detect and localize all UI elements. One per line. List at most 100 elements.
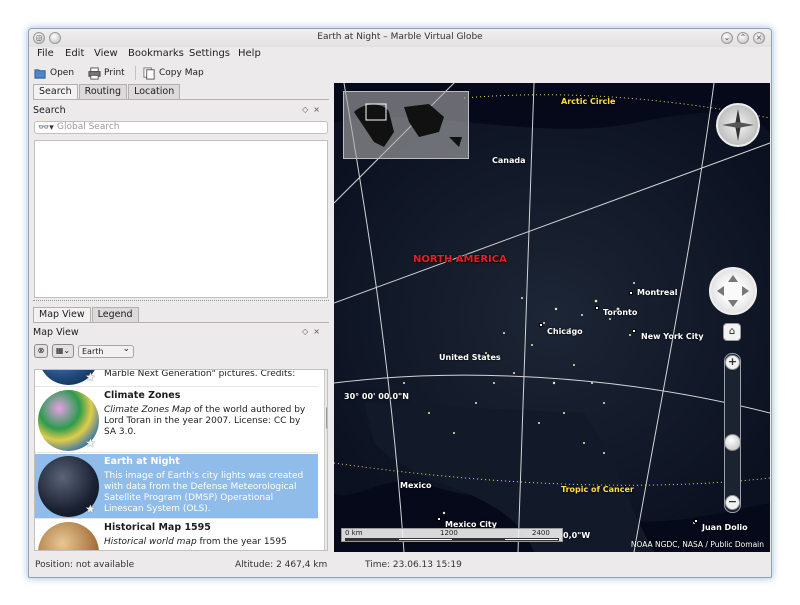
favorite-star-icon[interactable]: ★ xyxy=(85,502,96,516)
city-marker[interactable] xyxy=(595,306,599,310)
map-theme-desc: The map is based on NASA's beautiful "Bl… xyxy=(104,369,296,379)
label-juan-dolio: Juan Dolio xyxy=(702,523,748,532)
world-outline-icon xyxy=(344,92,468,158)
scroll-thumb[interactable] xyxy=(326,406,327,430)
map-theme-desc: Historical world map from the year 1595 xyxy=(104,537,314,548)
zoom-in-button[interactable]: + xyxy=(725,355,740,370)
map-theme-title: Historical Map 1595 xyxy=(104,522,211,533)
city-marker[interactable] xyxy=(694,519,698,523)
copy-map-button[interactable]: Copy Map xyxy=(143,64,204,82)
list-scrollbar[interactable]: ⌃ ⌄ xyxy=(324,370,327,550)
label-canada: Canada xyxy=(492,156,526,165)
status-altitude: Altitude: 2 467,4 km xyxy=(235,560,328,570)
tab-routing[interactable]: Routing xyxy=(78,84,128,99)
scale-max: 2400 xyxy=(532,529,550,537)
label-latitude: 30° 00' 00.0"N xyxy=(344,392,409,401)
celestial-body-select[interactable]: Earth xyxy=(78,344,134,358)
overview-map[interactable] xyxy=(343,91,469,159)
minimize-icon[interactable]: ⌄ xyxy=(721,32,733,44)
list-item-selected[interactable]: ★ Earth at Night This image of Earth's c… xyxy=(35,454,318,519)
tab-location[interactable]: Location xyxy=(128,84,181,99)
label-longitude: 0,0"W xyxy=(563,531,591,540)
map-theme-list[interactable]: ★ The map is based on NASA's beautiful "… xyxy=(34,369,328,551)
compass-icon xyxy=(716,103,760,147)
toolbar-separator xyxy=(135,66,136,80)
list-item[interactable]: Historical Map 1595 Historical world map… xyxy=(35,520,318,550)
search-placeholder: Global Search xyxy=(57,122,120,132)
favorite-star-icon[interactable]: ★ xyxy=(85,370,96,384)
search-dock-header: Search ◇× xyxy=(33,105,329,118)
label-north-america: NORTH AMERICA xyxy=(413,254,507,265)
city-marker[interactable] xyxy=(539,323,543,327)
map-theme-desc-em: Historical world map xyxy=(104,537,197,547)
historical-map-thumbnail xyxy=(38,522,99,550)
grid-view-icon[interactable]: ▦⌄ xyxy=(52,344,74,358)
copy-icon xyxy=(143,66,155,80)
map-canvas[interactable]: ⌂ + − Arctic Circle Canada NORTH AMERICA… xyxy=(334,83,770,552)
open-button[interactable]: Open xyxy=(34,64,74,82)
print-button[interactable]: Print xyxy=(88,64,125,82)
scale-mid: 1200 xyxy=(440,529,458,537)
label-tropic-of-cancer: Tropic of Cancer xyxy=(561,485,634,494)
label-new-york: New York City xyxy=(641,332,704,341)
folder-open-icon xyxy=(34,68,46,79)
city-marker[interactable] xyxy=(629,291,633,295)
zoom-out-button[interactable]: − xyxy=(725,495,740,510)
map-theme-desc-rest: from the year 1595 xyxy=(196,537,287,547)
status-position: Position: not available xyxy=(35,560,135,570)
mapview-dock-title: Map View xyxy=(33,327,79,338)
main-toolbar: Open Print Copy Map xyxy=(29,64,771,82)
navigation-pan-control[interactable] xyxy=(709,267,757,315)
city-marker[interactable] xyxy=(632,329,636,333)
map-theme-desc-em: Climate Zones Map xyxy=(104,405,191,415)
mapview-dock-header: Map View ◇× xyxy=(33,327,329,340)
window-title: Earth at Night – Marble Virtual Globe xyxy=(317,32,483,42)
list-item[interactable]: ★ The map is based on NASA's beautiful "… xyxy=(35,369,318,387)
close-icon[interactable]: × xyxy=(753,32,765,44)
dock-float-close-icons[interactable]: ◇× xyxy=(302,327,325,336)
zoom-slider-handle[interactable] xyxy=(724,434,741,451)
scroll-up-icon[interactable]: ⌃ xyxy=(326,371,327,379)
search-input[interactable]: 👓▾ Global Search xyxy=(34,121,328,134)
menu-help[interactable]: Help xyxy=(238,48,261,59)
menu-edit[interactable]: Edit xyxy=(65,48,84,59)
tab-map-view[interactable]: Map View xyxy=(33,307,91,322)
menu-settings[interactable]: Settings xyxy=(189,48,230,59)
panel-tabs-bottom: Map View Legend xyxy=(33,307,140,322)
favorite-star-icon[interactable]: ★ xyxy=(85,436,96,450)
scale-ruler xyxy=(345,538,559,541)
menu-file[interactable]: File xyxy=(37,48,54,59)
city-marker[interactable] xyxy=(437,517,441,521)
menu-view[interactable]: View xyxy=(94,48,118,59)
label-montreal: Montreal xyxy=(637,288,678,297)
scroll-down-icon[interactable]: ⌄ xyxy=(326,540,327,548)
splitter[interactable] xyxy=(33,300,329,302)
open-label: Open xyxy=(50,68,75,78)
status-time: Time: 23.06.13 15:19 xyxy=(365,560,462,570)
scale-bar: 0 km 1200 2400 xyxy=(341,528,563,542)
tab-legend[interactable]: Legend xyxy=(91,307,139,322)
home-icon[interactable]: ⌂ xyxy=(723,323,741,341)
search-results-list[interactable] xyxy=(34,140,328,298)
label-mexico: Mexico xyxy=(400,481,432,490)
label-toronto: Toronto xyxy=(603,308,638,317)
tab-divider xyxy=(33,99,329,100)
projection-globe-icon[interactable]: ⊗ xyxy=(34,344,48,358)
scale-zero: 0 km xyxy=(345,529,363,537)
app-window: ◎ Earth at Night – Marble Virtual Globe … xyxy=(28,28,772,578)
label-arctic-circle: Arctic Circle xyxy=(561,97,616,106)
maximize-icon[interactable]: ⌃ xyxy=(737,32,749,44)
tab-search[interactable]: Search xyxy=(33,84,78,99)
list-item[interactable]: ★ Climate Zones Climate Zones Map of the… xyxy=(35,388,318,453)
menu-bar: File Edit View Bookmarks Settings Help xyxy=(29,47,771,63)
map-theme-title: Earth at Night xyxy=(104,456,180,467)
tab-divider-bottom xyxy=(33,322,329,323)
dock-float-close-icons[interactable]: ◇× xyxy=(302,105,325,114)
zoom-slider[interactable] xyxy=(724,353,741,513)
binoculars-icon[interactable]: 👓▾ xyxy=(38,123,54,134)
menu-bookmarks[interactable]: Bookmarks xyxy=(128,48,184,59)
pan-arrows-icon xyxy=(717,275,749,307)
print-label: Print xyxy=(104,68,125,78)
search-dock-title: Search xyxy=(33,105,66,116)
label-chicago: Chicago xyxy=(547,327,583,336)
